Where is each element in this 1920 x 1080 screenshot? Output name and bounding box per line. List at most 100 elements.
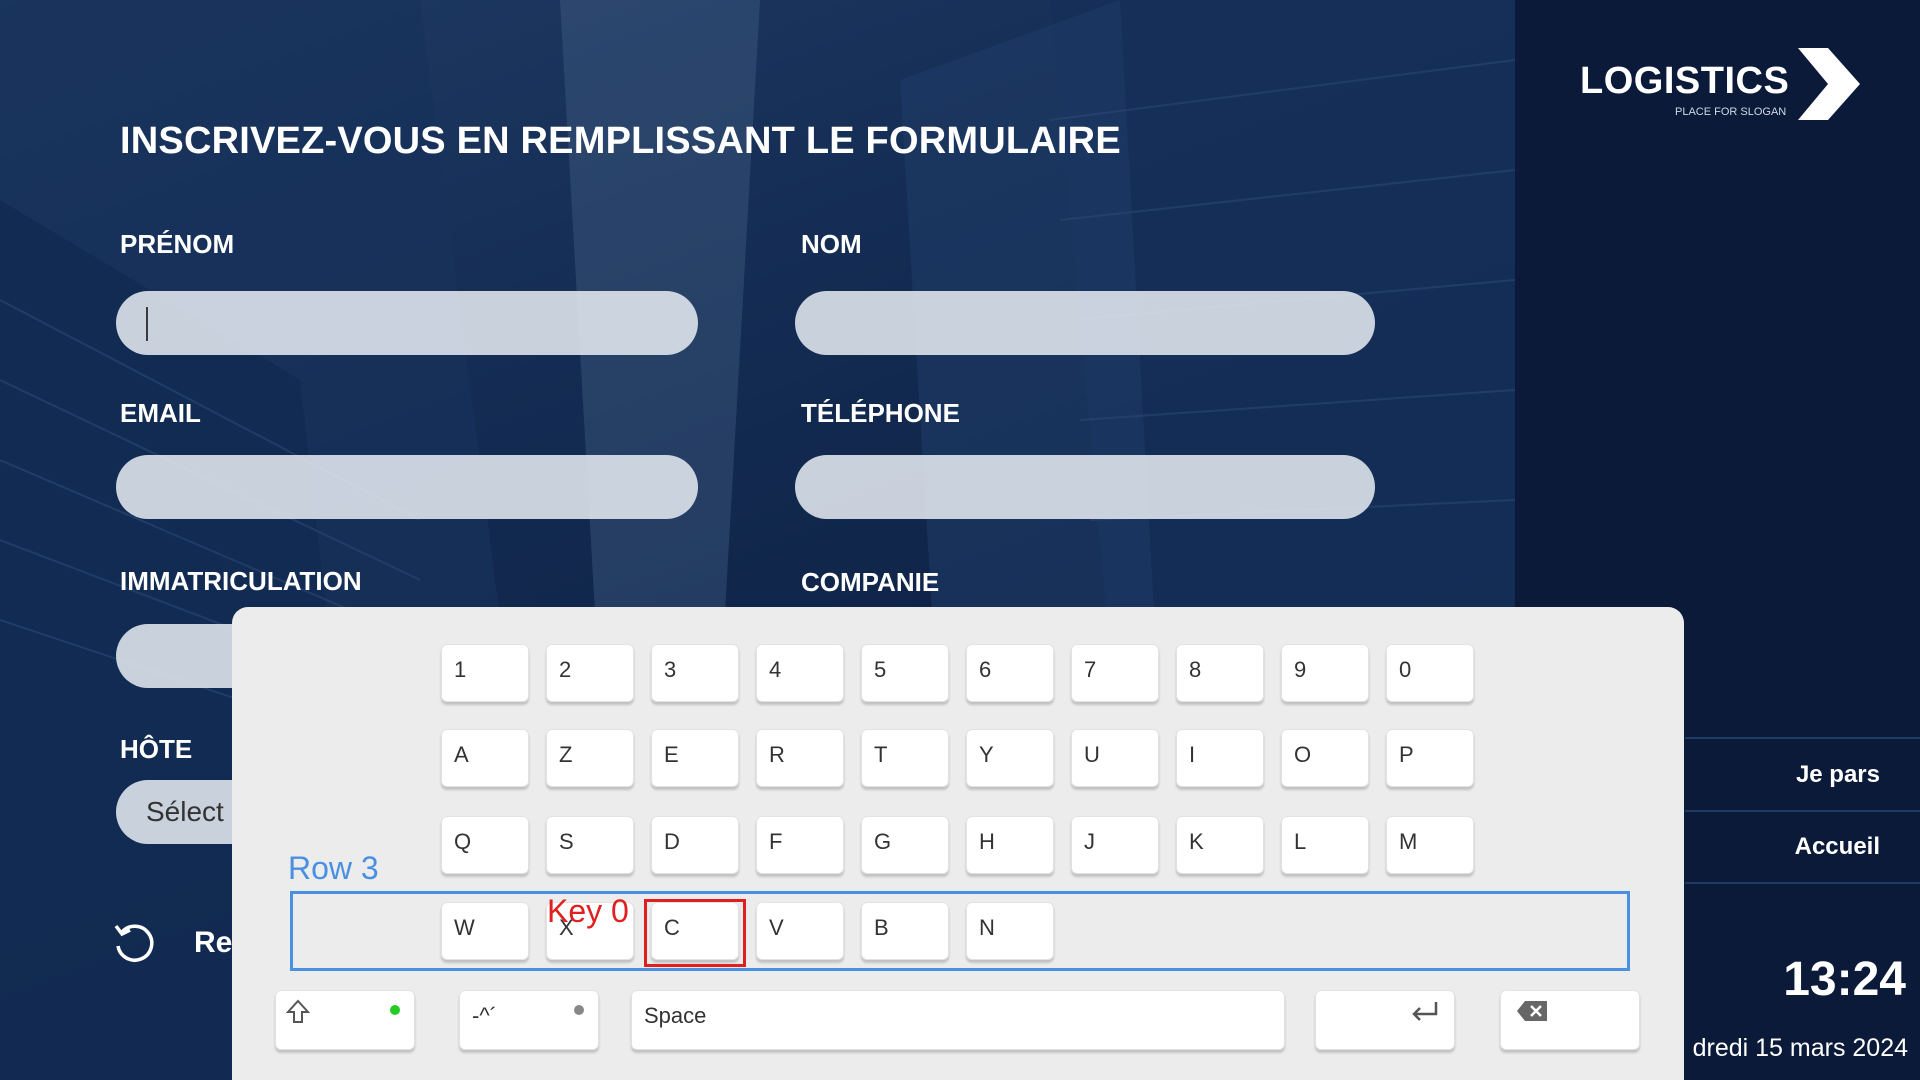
key-o[interactable]: O xyxy=(1281,729,1369,787)
key-label: M xyxy=(1399,829,1418,854)
key-label: Y xyxy=(979,742,994,767)
key-h[interactable]: H xyxy=(966,816,1054,874)
key-d[interactable]: D xyxy=(651,816,739,874)
label-nom: NOM xyxy=(801,229,862,259)
email-field[interactable] xyxy=(116,455,698,519)
key-r[interactable]: R xyxy=(756,729,844,787)
label-telephone: TÉLÉPHONE xyxy=(801,398,960,428)
sidebar-divider xyxy=(1685,810,1920,812)
key-9[interactable]: 9 xyxy=(1281,644,1369,702)
key-l[interactable]: L xyxy=(1281,816,1369,874)
key-label: 4 xyxy=(769,657,782,682)
backspace-icon xyxy=(1517,1001,1547,1021)
key-label: S xyxy=(559,829,574,854)
telephone-field[interactable] xyxy=(795,455,1375,519)
key-label: K xyxy=(1189,829,1204,854)
key-e[interactable]: E xyxy=(651,729,739,787)
label-companie: COMPANIE xyxy=(801,567,940,597)
key-0[interactable]: 0 xyxy=(1386,644,1474,702)
brand-logo: LOGISTICS PLACE FOR SLOGAN xyxy=(1580,48,1860,128)
host-select-value: Sélect xyxy=(146,796,224,827)
key-label: D xyxy=(664,829,680,854)
key-label: 0 xyxy=(1399,657,1412,682)
key-q[interactable]: Q xyxy=(441,816,529,874)
shift-icon xyxy=(286,999,310,1023)
space-key[interactable]: Space xyxy=(631,990,1285,1050)
enter-key[interactable] xyxy=(1315,990,1455,1050)
shift-indicator xyxy=(390,1005,400,1015)
key-g[interactable]: G xyxy=(861,816,949,874)
key-label: 2 xyxy=(559,657,572,682)
accents-indicator xyxy=(574,1005,584,1015)
annotation-key-box xyxy=(644,899,746,967)
key-7[interactable]: 7 xyxy=(1071,644,1159,702)
annotation-row-box xyxy=(290,891,1630,971)
key-label: L xyxy=(1294,829,1307,854)
date-text: dredi 15 mars 2024 xyxy=(1692,1034,1908,1062)
key-label: P xyxy=(1399,742,1414,767)
backspace-key[interactable] xyxy=(1500,990,1640,1050)
reset-icon[interactable] xyxy=(110,918,160,968)
key-label: R xyxy=(769,742,785,767)
key-z[interactable]: Z xyxy=(546,729,634,787)
sidebar-divider xyxy=(1685,882,1920,884)
space-key-label: Space xyxy=(644,1003,707,1028)
key-label: G xyxy=(874,829,892,854)
key-label: 3 xyxy=(664,657,677,682)
key-4[interactable]: 4 xyxy=(756,644,844,702)
key-a[interactable]: A xyxy=(441,729,529,787)
key-k[interactable]: K xyxy=(1176,816,1264,874)
accents-key-label: -^´ xyxy=(472,1003,497,1028)
key-label: 8 xyxy=(1189,657,1202,682)
date: dredi 15 mars 2024 xyxy=(1680,1034,1908,1063)
key-5[interactable]: 5 xyxy=(861,644,949,702)
clock: 13:24 xyxy=(1783,953,1906,1006)
sidebar-link-accueil[interactable]: Accueil xyxy=(1795,833,1880,861)
key-label: 5 xyxy=(874,657,887,682)
sidebar-divider xyxy=(1685,737,1920,739)
key-2[interactable]: 2 xyxy=(546,644,634,702)
key-f[interactable]: F xyxy=(756,816,844,874)
key-label: A xyxy=(454,742,469,767)
label-immatriculation: IMMATRICULATION xyxy=(120,566,362,596)
key-label: O xyxy=(1294,742,1312,767)
key-t[interactable]: T xyxy=(861,729,949,787)
reset-button-label[interactable]: Re xyxy=(194,926,232,960)
key-label: Z xyxy=(559,742,573,767)
key-label: Q xyxy=(454,829,472,854)
virtual-keyboard: 1234567890 AZERTYUIOP QSDFGHJKLM WXCVBN … xyxy=(232,607,1684,1080)
brand-slogan: PLACE FOR SLOGAN xyxy=(1675,106,1787,118)
key-j[interactable]: J xyxy=(1071,816,1159,874)
key-label: 1 xyxy=(454,657,467,682)
nom-field[interactable] xyxy=(795,291,1375,355)
annotation-key-label: Key 0 xyxy=(547,893,629,929)
key-label: 6 xyxy=(979,657,992,682)
form-title: INSCRIVEZ-VOUS EN REMPLISSANT LE FORMULA… xyxy=(120,120,1121,162)
key-i[interactable]: I xyxy=(1176,729,1264,787)
key-label: E xyxy=(664,742,679,767)
key-s[interactable]: S xyxy=(546,816,634,874)
text-caret xyxy=(146,307,148,341)
annotation-row-label: Row 3 xyxy=(288,850,379,886)
key-label: I xyxy=(1189,742,1196,767)
key-8[interactable]: 8 xyxy=(1176,644,1264,702)
shift-key[interactable] xyxy=(275,990,415,1050)
key-label: F xyxy=(769,829,783,854)
key-m[interactable]: M xyxy=(1386,816,1474,874)
key-u[interactable]: U xyxy=(1071,729,1159,787)
chevron-right-icon xyxy=(1798,48,1860,120)
key-label: 7 xyxy=(1084,657,1097,682)
key-3[interactable]: 3 xyxy=(651,644,739,702)
key-6[interactable]: 6 xyxy=(966,644,1054,702)
enter-icon xyxy=(1412,1002,1438,1021)
key-label: 9 xyxy=(1294,657,1307,682)
key-p[interactable]: P xyxy=(1386,729,1474,787)
key-y[interactable]: Y xyxy=(966,729,1054,787)
key-label: H xyxy=(979,829,995,854)
key-label: J xyxy=(1084,829,1095,854)
accents-key[interactable]: -^´ xyxy=(459,990,599,1050)
key-1[interactable]: 1 xyxy=(441,644,529,702)
prenom-field[interactable] xyxy=(116,291,698,355)
label-prenom: PRÉNOM xyxy=(120,229,235,259)
sidebar-link-je-pars[interactable]: Je pars xyxy=(1796,761,1880,789)
